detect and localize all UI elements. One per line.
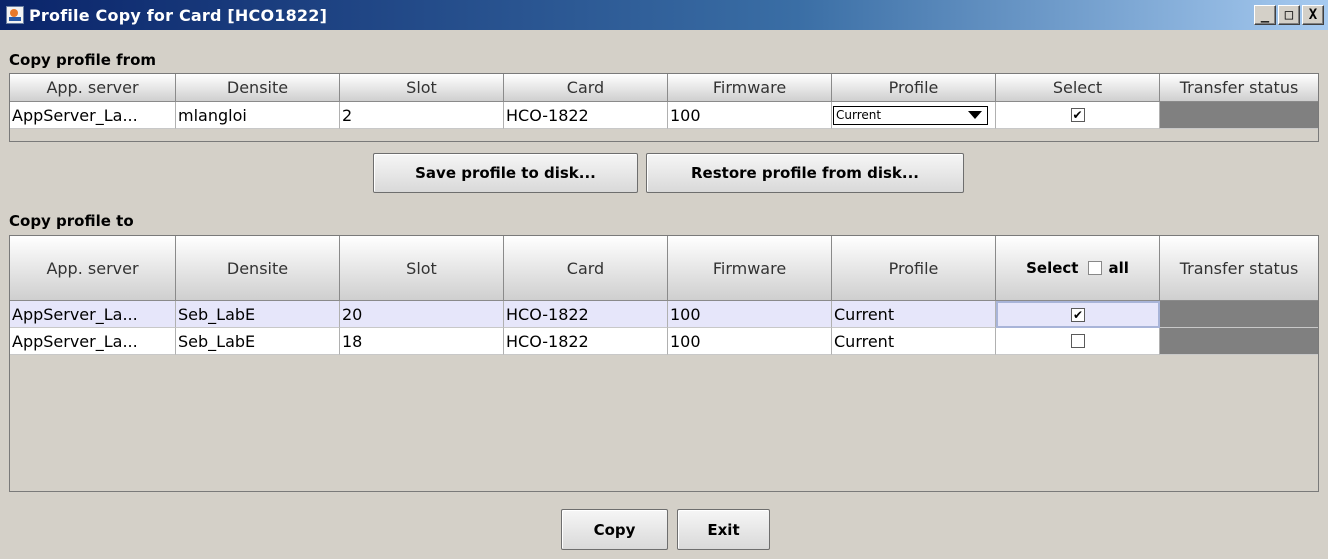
copy-to-table: App. server Densite Slot Card Firmware P… xyxy=(9,235,1319,492)
cell-firmware[interactable]: 100 xyxy=(668,301,832,328)
profile-dropdown-value: Current xyxy=(836,108,882,122)
column-header-transfer-status[interactable]: Transfer status xyxy=(1160,74,1318,102)
column-header-app-server[interactable]: App. server xyxy=(10,236,176,301)
column-header-firmware[interactable]: Firmware xyxy=(668,236,832,301)
column-header-slot[interactable]: Slot xyxy=(340,236,504,301)
table-row[interactable]: AppServer_La... Seb_LabE 20 HCO-1822 100… xyxy=(10,301,1318,328)
cell-slot[interactable]: 18 xyxy=(340,328,504,355)
select-checkbox[interactable]: ✔ xyxy=(1071,307,1085,322)
select-all-checkbox[interactable] xyxy=(1088,261,1103,275)
close-button[interactable]: X xyxy=(1302,5,1324,25)
dropdown-arrow-icon xyxy=(968,111,982,119)
copy-from-table: App. server Densite Slot Card Firmware P… xyxy=(9,73,1319,142)
column-header-slot[interactable]: Slot xyxy=(340,74,504,102)
column-header-firmware[interactable]: Firmware xyxy=(668,74,832,102)
select-checkbox[interactable] xyxy=(1070,334,1085,348)
column-header-app-server[interactable]: App. server xyxy=(10,74,176,102)
column-header-densite[interactable]: Densite xyxy=(176,236,340,301)
column-header-transfer-status[interactable]: Transfer status xyxy=(1160,236,1318,301)
table-empty-area xyxy=(10,355,1318,491)
copy-from-label: Copy profile from xyxy=(9,51,157,69)
cell-densite[interactable]: mlangloi xyxy=(176,102,340,129)
cell-profile[interactable]: Current xyxy=(832,301,996,328)
cell-app-server[interactable]: AppServer_La... xyxy=(10,102,176,129)
cell-card[interactable]: HCO-1822 xyxy=(504,301,668,328)
cell-card[interactable]: HCO-1822 xyxy=(504,102,668,129)
copy-button[interactable]: Copy xyxy=(561,509,668,550)
exit-button[interactable]: Exit xyxy=(677,509,770,550)
column-header-profile[interactable]: Profile xyxy=(832,236,996,301)
cell-densite[interactable]: Seb_LabE xyxy=(176,301,340,328)
cell-slot[interactable]: 2 xyxy=(340,102,504,129)
select-header-label: Select xyxy=(1026,259,1079,277)
cell-profile[interactable]: Current xyxy=(832,328,996,355)
maximize-button[interactable]: □ xyxy=(1278,5,1300,25)
cell-app-server[interactable]: AppServer_La... xyxy=(10,328,176,355)
copy-to-label: Copy profile to xyxy=(9,212,134,230)
column-header-card[interactable]: Card xyxy=(504,74,668,102)
cell-densite[interactable]: Seb_LabE xyxy=(176,328,340,355)
cell-firmware[interactable]: 100 xyxy=(668,102,832,129)
column-header-densite[interactable]: Densite xyxy=(176,74,340,102)
table-row[interactable]: AppServer_La... Seb_LabE 18 HCO-1822 100… xyxy=(10,328,1318,355)
select-checkbox[interactable]: ✔ xyxy=(1070,108,1085,122)
window-title: Profile Copy for Card [HCO1822] xyxy=(29,5,328,25)
select-all-label: all xyxy=(1108,259,1129,277)
cell-slot[interactable]: 20 xyxy=(340,301,504,328)
profile-copy-window: Profile Copy for Card [HCO1822] _ □ X Co… xyxy=(0,0,1328,559)
java-app-icon xyxy=(6,6,24,24)
cell-transfer-status xyxy=(1160,301,1318,328)
minimize-button[interactable]: _ xyxy=(1254,5,1276,25)
column-header-card[interactable]: Card xyxy=(504,236,668,301)
cell-select xyxy=(996,328,1160,355)
column-header-select-all: Select all xyxy=(996,236,1160,301)
copy-from-header: App. server Densite Slot Card Firmware P… xyxy=(10,74,1318,102)
copy-to-header: App. server Densite Slot Card Firmware P… xyxy=(10,236,1318,301)
profile-dropdown[interactable]: Current xyxy=(833,105,988,125)
save-profile-button[interactable]: Save profile to disk... xyxy=(373,153,638,193)
cell-select: ✔ xyxy=(996,301,1160,328)
window-controls: _ □ X xyxy=(1254,5,1324,25)
column-header-profile[interactable]: Profile xyxy=(832,74,996,102)
table-row[interactable]: AppServer_La... mlangloi 2 HCO-1822 100 … xyxy=(10,102,1318,129)
cell-select: ✔ xyxy=(996,102,1160,129)
cell-transfer-status xyxy=(1160,102,1318,129)
cell-firmware[interactable]: 100 xyxy=(668,328,832,355)
cell-app-server[interactable]: AppServer_La... xyxy=(10,301,176,328)
cell-transfer-status xyxy=(1160,328,1318,355)
title-bar[interactable]: Profile Copy for Card [HCO1822] _ □ X xyxy=(0,0,1328,30)
cell-profile: Current xyxy=(832,102,996,129)
cell-card[interactable]: HCO-1822 xyxy=(504,328,668,355)
restore-profile-button[interactable]: Restore profile from disk... xyxy=(646,153,964,193)
column-header-select[interactable]: Select xyxy=(996,74,1160,102)
